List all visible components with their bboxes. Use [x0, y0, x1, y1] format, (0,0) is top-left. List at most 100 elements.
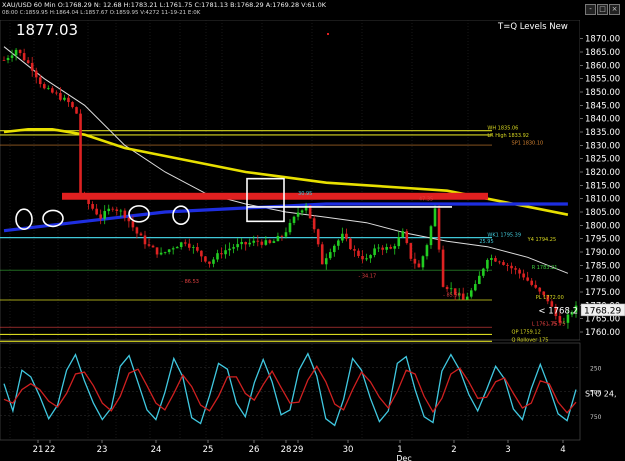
- candle-body: [212, 259, 215, 264]
- level-annotation: - 85.50: [443, 292, 461, 298]
- candle-body: [498, 261, 501, 263]
- price-tick-label: 1775.00: [585, 288, 620, 298]
- candle-body: [522, 273, 525, 278]
- candle-body: [333, 245, 336, 253]
- candle-body: [55, 92, 58, 94]
- time-tick-label: 4: [560, 445, 565, 455]
- candle-body: [361, 255, 364, 260]
- level-annotation: WH 1835.06: [487, 126, 518, 132]
- level-annotation: - 86.53: [181, 279, 199, 285]
- price-tick-label: 1760.00: [585, 328, 620, 338]
- level-annotation: PL 1772.00: [536, 295, 564, 301]
- candle-body: [534, 284, 538, 288]
- candle-body: [26, 60, 30, 63]
- candle-body: [300, 210, 304, 213]
- candle-body: [260, 241, 264, 245]
- candle-body: [47, 88, 50, 90]
- candle-body: [490, 258, 493, 260]
- candle-body: [397, 237, 401, 247]
- price-tick-label: 1850.00: [585, 88, 620, 98]
- candle-body: [111, 208, 115, 210]
- candle-body: [256, 240, 260, 242]
- candle-body: [369, 255, 372, 259]
- candle-body: [10, 55, 14, 58]
- candle-body: [155, 247, 159, 255]
- price-tick-label: 1805.00: [585, 208, 620, 218]
- stoch-tick-label: 250: [590, 365, 602, 372]
- candle-body: [252, 240, 256, 243]
- candle-body: [482, 268, 485, 276]
- candle-body: [449, 288, 453, 290]
- candle-body: [409, 243, 413, 259]
- price-tick-label: 1855.00: [585, 75, 620, 85]
- candle-body: [421, 256, 425, 268]
- candle-body: [296, 212, 300, 217]
- price-tick-label: 1835.00: [585, 128, 620, 138]
- candle-body: [42, 84, 46, 89]
- candle-body: [502, 262, 505, 265]
- candle-body: [526, 277, 529, 281]
- candle-body: [75, 107, 78, 114]
- candle-body: [264, 240, 268, 245]
- candle-body: [445, 286, 449, 290]
- current-price-label: < 1768.2: [538, 306, 578, 316]
- candle-body: [538, 287, 542, 292]
- level-annotation: - 34.17: [358, 274, 376, 280]
- candle-body: [518, 269, 521, 274]
- price-tick-label: 1795.00: [585, 235, 620, 245]
- time-tick-label: 3: [505, 445, 510, 455]
- candle-body: [393, 246, 397, 249]
- candle-body: [328, 252, 332, 259]
- price-tick-label: 1865.00: [585, 48, 620, 58]
- candle-body: [107, 208, 111, 212]
- price-tick-label: 1790.00: [585, 248, 620, 258]
- minimize-button[interactable]: -: [585, 4, 596, 15]
- level-annotation: Q Rollover 175: [512, 338, 549, 344]
- time-tick-label: 2: [451, 445, 456, 455]
- candle-body: [316, 229, 320, 245]
- price-tick-label: 1870.00: [585, 35, 620, 45]
- price-tick-label: 1840.00: [585, 115, 620, 125]
- time-tick-label: 29: [293, 445, 304, 455]
- time-tick-label: 30: [343, 445, 354, 455]
- candle-body: [79, 113, 82, 194]
- candle-body: [135, 227, 139, 234]
- marker-dot: [327, 33, 329, 35]
- candle-body: [276, 235, 280, 242]
- close-button[interactable]: ×: [609, 4, 620, 15]
- candle-body: [103, 211, 107, 219]
- level-annotation: 47.35: [419, 196, 433, 202]
- candle-body: [200, 250, 203, 257]
- candle-body: [163, 252, 167, 253]
- candle-body: [381, 247, 384, 250]
- candle-body: [377, 247, 380, 249]
- candle-body: [486, 259, 489, 269]
- candle-body: [208, 261, 211, 264]
- candle-body: [417, 263, 421, 268]
- level-annotation: WK1 1795.39: [487, 232, 521, 238]
- candle-body: [171, 248, 175, 250]
- maximize-button[interactable]: □: [597, 4, 608, 15]
- candle-body: [187, 243, 191, 248]
- candle-body: [365, 258, 368, 260]
- candle-body: [320, 244, 324, 265]
- candle-body: [437, 208, 441, 250]
- candle-body: [14, 49, 18, 56]
- time-tick-label: 28: [281, 445, 292, 455]
- candle-body: [236, 244, 239, 248]
- candle-body: [22, 53, 26, 61]
- candle-body: [473, 284, 477, 291]
- candle-body: [151, 245, 155, 248]
- candle-body: [179, 242, 183, 248]
- candle-body: [34, 70, 38, 78]
- candle-body: [413, 258, 417, 264]
- candle-body: [232, 247, 235, 249]
- candle-body: [288, 222, 292, 233]
- candle-body: [324, 258, 328, 265]
- candle-body: [469, 290, 473, 297]
- price-tick-label: 1780.00: [585, 275, 620, 285]
- chart-title: T=Q Levels New: [498, 22, 568, 32]
- candle-body: [139, 233, 143, 236]
- price-tick-label: 1845.00: [585, 101, 620, 111]
- candle-body: [341, 233, 344, 241]
